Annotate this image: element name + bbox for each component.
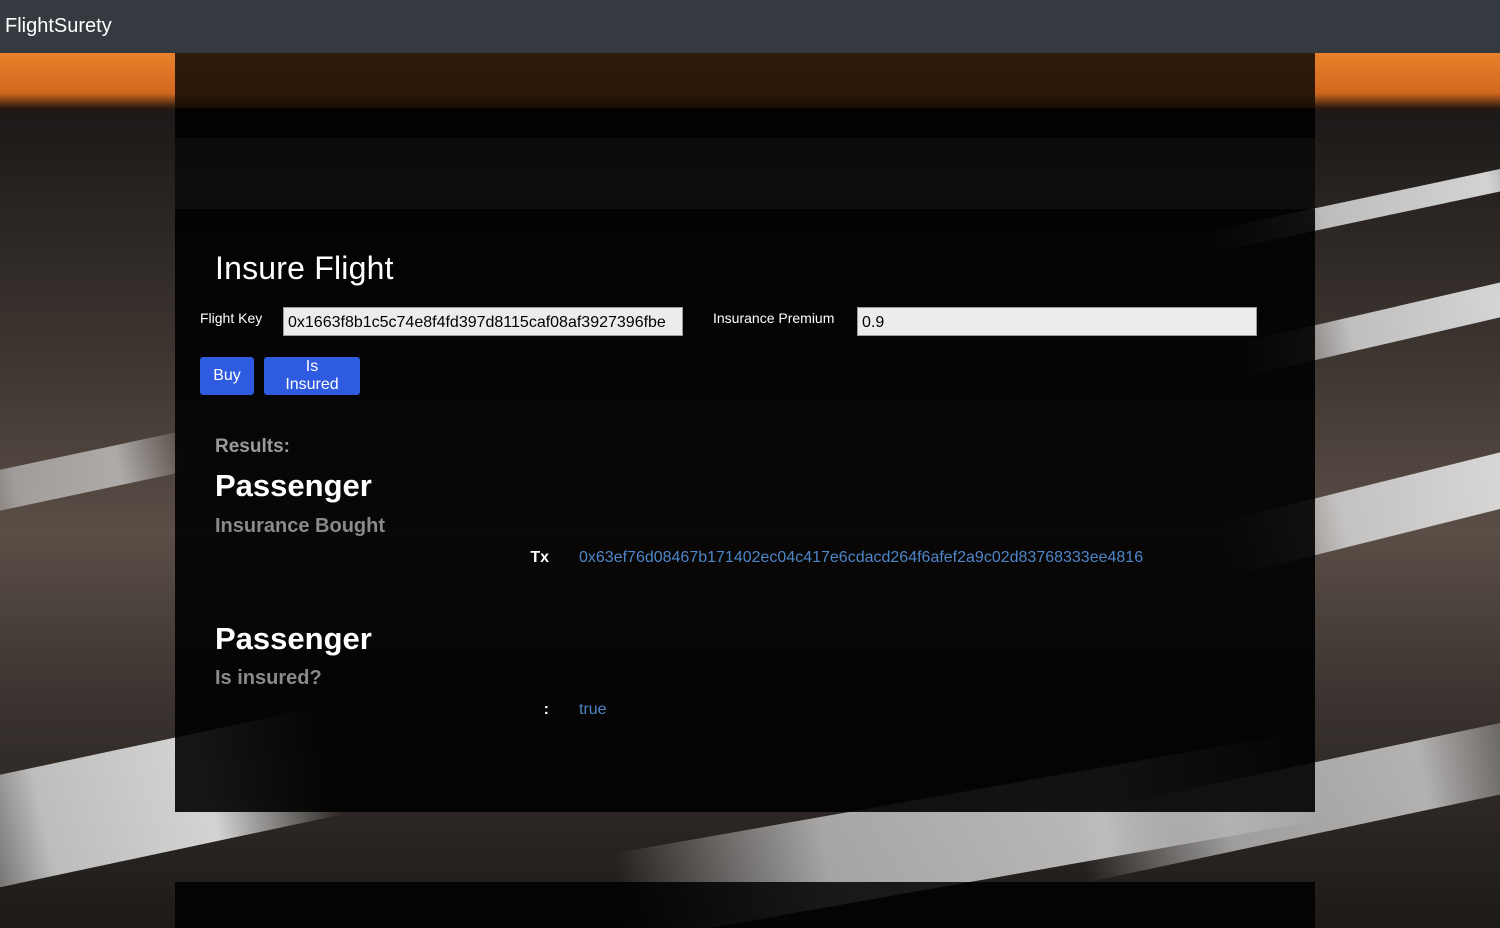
overlay-panel-top-2: [175, 108, 1315, 138]
result-heading: Passenger: [215, 621, 372, 656]
insurance-premium-label: Insurance Premium: [713, 310, 835, 326]
result-heading: Passenger: [215, 468, 372, 503]
overlay-panel-mid: [175, 138, 1315, 209]
page-title: Insure Flight: [215, 250, 394, 286]
result-row-value: true: [579, 701, 607, 718]
overlay-panel-bottom: [175, 882, 1315, 928]
flight-key-input[interactable]: [283, 307, 683, 336]
insurance-premium-input[interactable]: [857, 307, 1257, 336]
result-row-label: Tx: [530, 549, 549, 566]
insure-flight-panel: [175, 209, 1315, 812]
is-insured-button[interactable]: Is Insured: [264, 357, 360, 395]
top-navbar: FlightSurety: [0, 0, 1500, 53]
overlay-panel-top: [175, 53, 1315, 108]
road-stripe: [0, 429, 199, 523]
flight-key-label: Flight Key: [200, 310, 263, 326]
result-row-label: :: [543, 701, 549, 718]
result-row-value: 0x63ef76d08467b171402ec04c417e6cdacd264f…: [579, 549, 1144, 566]
results-label: Results:: [215, 436, 290, 457]
buy-button[interactable]: Buy: [200, 357, 254, 395]
brand-link[interactable]: FlightSurety: [5, 15, 112, 38]
result-subheading: Insurance Bought: [215, 515, 386, 537]
result-subheading: Is insured?: [215, 667, 322, 689]
